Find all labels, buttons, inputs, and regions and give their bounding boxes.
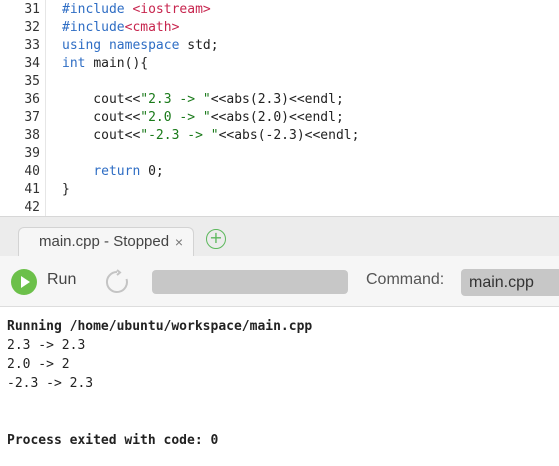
- code-token: <cmath>: [124, 20, 180, 35]
- code-token: <iostream>: [132, 2, 211, 17]
- line-number: 34: [24, 56, 40, 71]
- add-tab-icon[interactable]: +: [206, 229, 226, 249]
- code-text: }: [62, 181, 70, 199]
- command-input[interactable]: [461, 269, 559, 296]
- code-token: #include: [62, 20, 125, 35]
- code-line[interactable]: 35: [0, 73, 559, 91]
- code-text: cout<<"-2.3 -> "<<abs(-2.3)<<endl;: [62, 127, 359, 145]
- code-token: cout<<: [62, 92, 141, 107]
- console-line: Process exited with code: 0: [7, 433, 219, 448]
- close-icon[interactable]: ×: [171, 228, 187, 256]
- run-status-bar: [152, 270, 348, 294]
- restart-icon[interactable]: [104, 269, 130, 295]
- code-token: int: [62, 56, 94, 71]
- code-text: cout<<"2.0 -> "<<abs(2.0)<<endl;: [62, 109, 344, 127]
- code-token: <<abs(-2.3)<<endl;: [218, 128, 360, 143]
- code-token: namespace: [108, 38, 188, 53]
- code-token: "2.3 -> ": [140, 92, 211, 107]
- code-token: <<abs(2.3)<<endl;: [210, 92, 344, 107]
- console-line: 2.3 -> 2.3: [7, 338, 86, 353]
- console-line: -2.3 -> 2.3: [7, 376, 94, 391]
- code-text: return 0;: [62, 163, 164, 181]
- code-text: #include<cmath>: [62, 19, 179, 37]
- console-line: 2.0 -> 2: [7, 357, 70, 372]
- code-text: #include <iostream>: [62, 1, 211, 19]
- code-line[interactable]: 37 cout<<"2.0 -> "<<abs(2.0)<<endl;: [0, 109, 559, 127]
- line-number: 39: [24, 146, 40, 161]
- code-token: "-2.3 -> ": [140, 128, 219, 143]
- code-line[interactable]: 41}: [0, 181, 559, 199]
- line-number: 37: [24, 110, 40, 125]
- tab-main-cpp[interactable]: main.cpp - Stopped ×: [18, 227, 194, 257]
- code-token: 0;: [148, 164, 164, 179]
- line-number: 38: [24, 128, 40, 143]
- code-line[interactable]: 33 using namespace std;: [0, 37, 559, 55]
- code-line[interactable]: 31 #include <iostream>: [0, 1, 559, 19]
- code-token: <<abs(2.0)<<endl;: [210, 110, 344, 125]
- line-number: 42: [24, 200, 40, 215]
- line-number: 31: [24, 2, 40, 17]
- console-line: Running /home/ubuntu/workspace/main.cpp: [7, 319, 313, 334]
- play-icon[interactable]: [11, 269, 37, 295]
- code-line[interactable]: 34 int main(){: [0, 55, 559, 73]
- code-token: "2.0 -> ": [140, 110, 211, 125]
- code-text: using namespace std;: [62, 37, 219, 55]
- code-line[interactable]: 40 return 0;: [0, 163, 559, 181]
- code-text: cout<<"2.3 -> "<<abs(2.3)<<endl;: [62, 91, 344, 109]
- code-token: #include: [62, 2, 133, 17]
- code-line[interactable]: 38 cout<<"-2.3 -> "<<abs(-2.3)<<endl;: [0, 127, 559, 145]
- code-token: return: [93, 164, 149, 179]
- line-number: 40: [24, 164, 40, 179]
- tab-bar: main.cpp - Stopped × +: [0, 216, 559, 257]
- code-token: }: [62, 182, 70, 197]
- line-number: 35: [24, 74, 40, 89]
- code-line[interactable]: 32 #include<cmath>: [0, 19, 559, 37]
- line-number: 33: [24, 38, 40, 53]
- code-text: int main(){: [62, 55, 148, 73]
- code-editor[interactable]: 31 #include <iostream> 32 #include<cmath> 33…: [0, 0, 559, 216]
- code-line[interactable]: 36 cout<<"2.3 -> "<<abs(2.3)<<endl;: [0, 91, 559, 109]
- output-console: Running /home/ubuntu/workspace/main.cpp 2…: [0, 307, 559, 466]
- code-token: cout<<: [62, 110, 141, 125]
- line-number: 32: [24, 20, 40, 35]
- code-line[interactable]: 39: [0, 145, 559, 163]
- run-toolbar: Run Command:: [0, 256, 559, 307]
- tab-label: main.cpp - Stopped: [39, 233, 170, 250]
- code-line[interactable]: 42: [0, 199, 559, 217]
- run-button[interactable]: Run: [47, 271, 76, 289]
- code-token: main(){: [93, 56, 149, 71]
- code-token: cout<<: [62, 128, 141, 143]
- line-number: 41: [24, 182, 40, 197]
- code-token: using: [62, 38, 109, 53]
- command-label: Command:: [366, 271, 445, 288]
- line-number: 36: [24, 92, 40, 107]
- code-token: std;: [187, 38, 219, 53]
